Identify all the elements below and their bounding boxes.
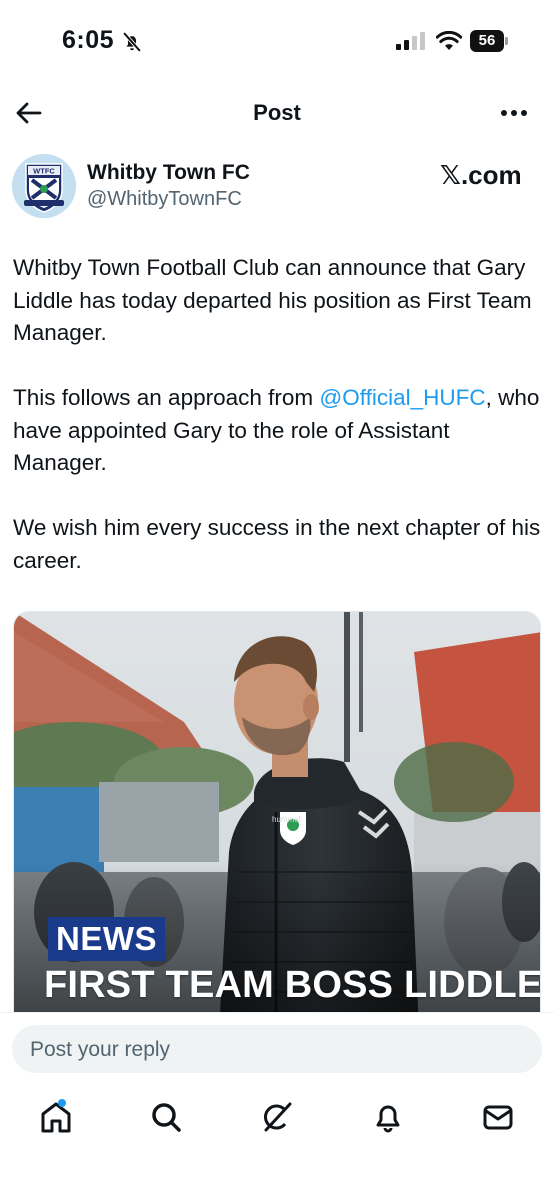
bottom-bar: Post your reply: [0, 1012, 554, 1200]
post-body: Whitby Town Football Club can announce t…: [13, 252, 543, 610]
x-com-label: 𝕏.com: [440, 160, 522, 190]
status-time: 6:05: [62, 26, 115, 54]
post-image[interactable]: hummel NEWS FIRST TEAM BOSS LIDDLE: [13, 611, 541, 1031]
image-headline: FIRST TEAM BOSS LIDDLE: [44, 964, 541, 1006]
top-nav: Post: [0, 84, 554, 144]
post-paragraph-1: Whitby Town Football Club can announce t…: [13, 255, 532, 345]
tab-search[interactable]: [146, 1097, 186, 1137]
tab-home[interactable]: [36, 1097, 76, 1137]
post-screen: 6:05 56 Post WTFC Whitby Town FC @Whitby…: [0, 0, 554, 1200]
bell-icon: [376, 1105, 400, 1133]
club-crest-icon: WTFC: [12, 154, 76, 218]
news-tag: NEWS: [48, 917, 165, 961]
notification-dot: [58, 1099, 66, 1107]
home-icon: [41, 1102, 71, 1133]
mention-link[interactable]: @Official_HUFC: [319, 385, 485, 410]
reply-input[interactable]: Post your reply: [12, 1025, 542, 1073]
reply-placeholder: Post your reply: [30, 1038, 171, 1061]
tab-grok[interactable]: [257, 1097, 297, 1137]
tab-notifications[interactable]: [368, 1097, 408, 1137]
author-name[interactable]: Whitby Town FC: [87, 161, 250, 185]
post-paragraph-3: We wish him every success in the next ch…: [13, 515, 541, 573]
svg-text:WTFC: WTFC: [33, 167, 55, 176]
bell-off-icon: [123, 32, 141, 52]
wifi-icon: [436, 31, 462, 50]
search-icon: [152, 1103, 181, 1132]
post-paragraph-2: This follows an approach from @Official_…: [13, 382, 543, 480]
more-options-icon[interactable]: [498, 98, 530, 128]
author-avatar[interactable]: WTFC: [12, 154, 76, 218]
battery-level: 56: [470, 30, 504, 52]
battery-cap: [505, 37, 508, 45]
post-text: This follows an approach from: [13, 385, 320, 410]
status-bar: 6:05 56: [0, 0, 554, 84]
page-title: Post: [253, 100, 301, 125]
author-handle[interactable]: @WhitbyTownFC: [87, 188, 242, 211]
svg-text:hummel: hummel: [272, 815, 301, 824]
mail-icon: [483, 1105, 513, 1130]
battery-indicator: 56: [470, 30, 508, 52]
cell-signal-icon: [396, 32, 425, 50]
tab-messages[interactable]: [478, 1097, 518, 1137]
grok-icon: [264, 1102, 292, 1132]
